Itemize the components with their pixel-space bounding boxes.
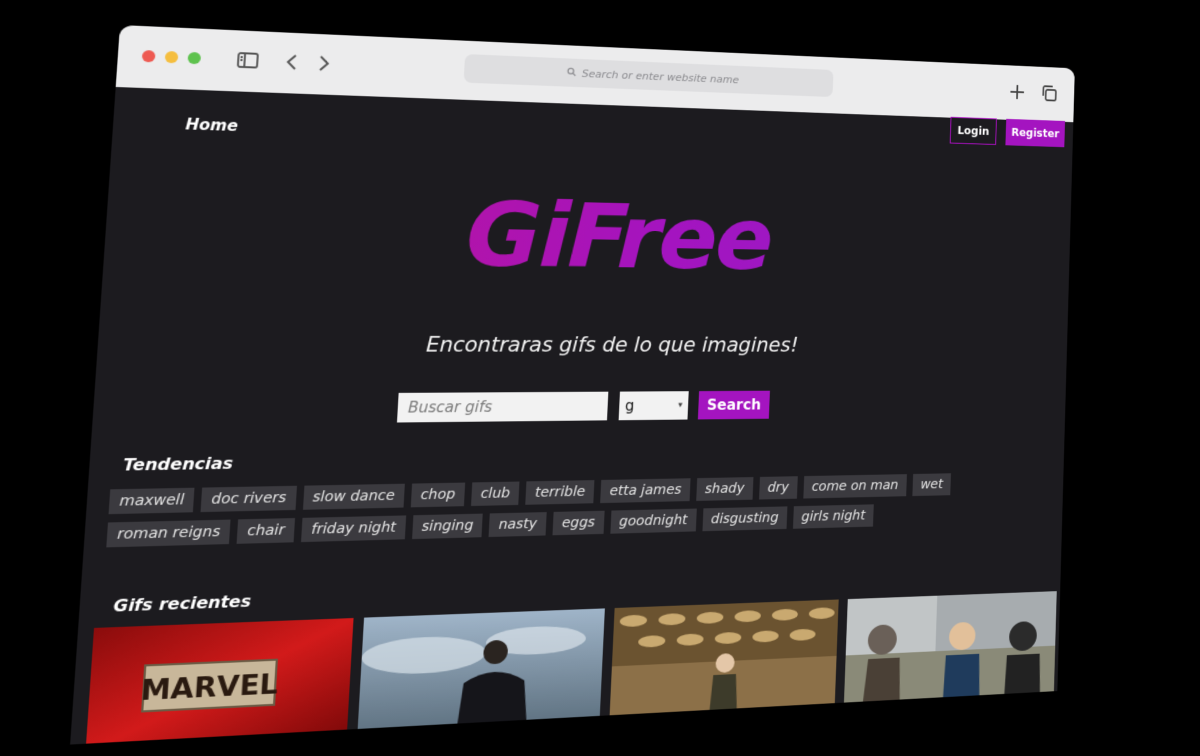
tagline: Encontraras gifs de lo que imagines!: [425, 332, 799, 357]
address-bar[interactable]: Search or enter website name: [463, 54, 834, 98]
search-input[interactable]: [396, 391, 609, 423]
maximize-window-icon[interactable]: [187, 51, 202, 65]
trending-tag[interactable]: disgusting: [701, 506, 788, 532]
trending-tag[interactable]: singing: [411, 513, 484, 540]
address-placeholder: Search or enter website name: [581, 67, 740, 86]
trending-tag[interactable]: slow dance: [302, 483, 405, 510]
stage: Search or enter website name Home Login …: [0, 0, 1200, 756]
street-scene-gif[interactable]: [843, 591, 1057, 713]
nav-home-link[interactable]: Home: [185, 115, 239, 135]
trending-tag[interactable]: chop: [410, 482, 466, 508]
trending-tag[interactable]: shady: [696, 477, 754, 501]
trending-tag[interactable]: terrible: [525, 480, 595, 505]
trending-tag[interactable]: wet: [912, 473, 952, 497]
black-panther-gif[interactable]: [357, 608, 605, 740]
trending-tag[interactable]: girls night: [792, 504, 874, 529]
trending-tag[interactable]: nasty: [488, 512, 547, 538]
back-icon[interactable]: [279, 50, 306, 74]
trending-tag[interactable]: club: [470, 481, 520, 507]
loki-gif[interactable]: [609, 599, 839, 726]
trending-tag[interactable]: maxwell: [108, 487, 195, 515]
trending-tag[interactable]: goodnight: [609, 508, 697, 534]
sidebar-icon[interactable]: [234, 48, 261, 73]
login-button[interactable]: Login: [949, 116, 997, 145]
window-controls: [141, 49, 202, 65]
browser-window: Search or enter website name Home Login …: [70, 25, 1075, 745]
close-window-icon[interactable]: [141, 49, 156, 63]
tabs-overview-icon[interactable]: [1039, 82, 1060, 104]
trending-tag[interactable]: eggs: [552, 510, 605, 536]
trending-tags: maxwell doc rivers slow dance chop club terri…: [106, 471, 1046, 548]
rating-select-value: g: [624, 397, 635, 415]
rating-select[interactable]: g ▾: [618, 391, 689, 421]
trending-tag[interactable]: roman reigns: [106, 519, 231, 548]
trending-tag[interactable]: etta james: [600, 478, 691, 504]
minimize-window-icon[interactable]: [164, 50, 179, 64]
trending-tag[interactable]: chair: [236, 518, 296, 544]
recent-gifs-grid: MARVEL: [85, 591, 1060, 745]
page-content: Home Login Register GiFree Encontraras g…: [70, 86, 1074, 745]
trending-title: Tendencias: [122, 453, 234, 475]
chevron-down-icon: ▾: [677, 400, 683, 411]
trending-tag[interactable]: friday night: [301, 515, 406, 543]
trending-tag[interactable]: dry: [758, 476, 798, 500]
search-button[interactable]: Search: [697, 390, 770, 420]
new-tab-icon[interactable]: [1007, 81, 1028, 103]
recent-gifs-title: Gifs recientes: [112, 591, 252, 616]
trending-tag[interactable]: come on man: [803, 474, 907, 499]
site-logo: GiFree: [103, 183, 1071, 289]
register-button[interactable]: Register: [1005, 118, 1066, 148]
forward-icon[interactable]: [310, 51, 336, 75]
trending-tag[interactable]: doc rivers: [200, 485, 297, 513]
search-icon: [566, 66, 576, 79]
marvel-gif[interactable]: MARVEL: [85, 618, 354, 745]
